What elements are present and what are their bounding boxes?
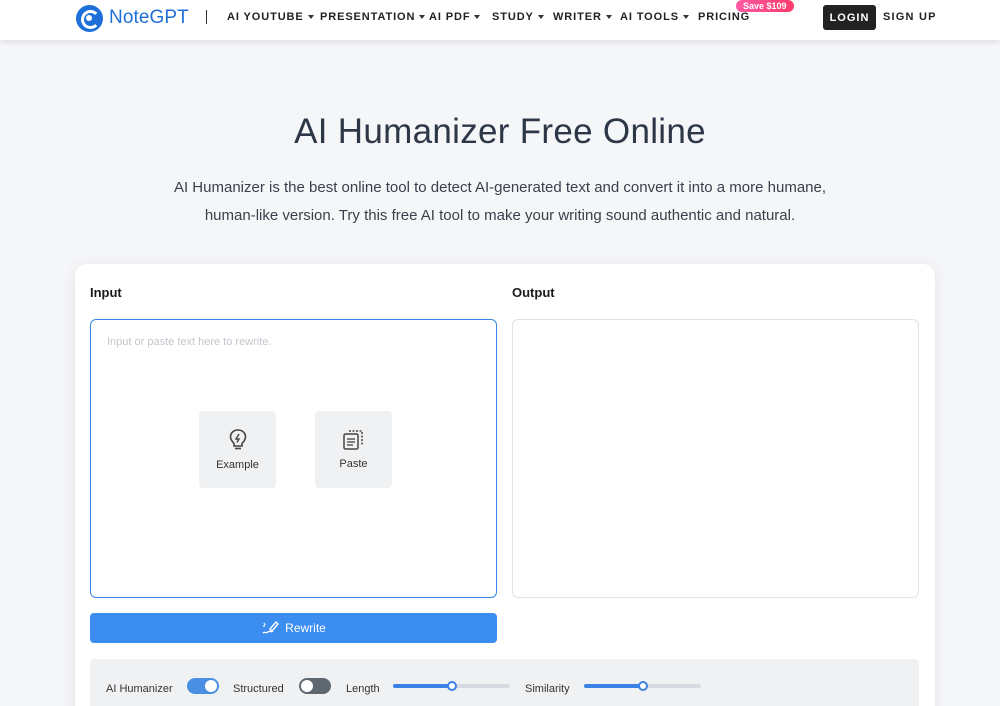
nav-item-label: AI YOUTUBE — [227, 11, 304, 23]
chevron-down-icon — [605, 15, 612, 19]
length-label: Length — [346, 683, 380, 695]
chevron-down-icon — [682, 15, 689, 19]
length-slider[interactable] — [393, 681, 510, 691]
ai-humanizer-label: AI Humanizer — [106, 683, 173, 695]
page-title: AI Humanizer Free Online — [294, 112, 706, 151]
signup-link[interactable]: SIGN UP — [883, 11, 937, 23]
toggle-knob — [301, 680, 313, 692]
output-label: Output — [512, 285, 555, 300]
nav-item-ai-pdf[interactable]: AI PDF — [429, 11, 481, 23]
paste-button[interactable]: Paste — [315, 411, 392, 488]
nav-item-presentation[interactable]: PRESENTATION — [320, 11, 426, 23]
similarity-slider[interactable] — [584, 681, 701, 691]
chevron-down-icon — [307, 15, 314, 19]
nav-item-study[interactable]: STUDY — [492, 11, 544, 23]
input-textarea[interactable] — [91, 320, 496, 597]
nav-item-label: PRESENTATION — [320, 11, 416, 23]
page-description: AI Humanizer is the best online tool to … — [173, 179, 827, 224]
toggle-knob — [205, 680, 217, 692]
humanizer-tool-card: Input Output Example Paste — [75, 264, 935, 706]
length-slider-thumb[interactable] — [446, 681, 457, 691]
input-panel: Example Paste — [90, 319, 497, 598]
brand-logo[interactable]: NoteGPT — [76, 4, 189, 32]
similarity-slider-thumb[interactable] — [637, 681, 648, 691]
example-label: Example — [216, 459, 259, 471]
nav-item-label: STUDY — [492, 11, 534, 23]
nav-item-label: WRITER — [553, 11, 602, 23]
similarity-label: Similarity — [525, 683, 570, 695]
top-nav-bar: NoteGPT AI YOUTUBE PRESENTATION AI PDF S… — [0, 0, 1000, 40]
nav-item-label: PRICING — [698, 11, 751, 23]
nav-item-ai-tools[interactable]: AI TOOLS — [620, 11, 689, 23]
chevron-down-icon — [474, 15, 481, 19]
paste-label: Paste — [339, 458, 368, 470]
nav-item-label: AI TOOLS — [620, 11, 679, 23]
login-button[interactable]: LOGIN — [823, 5, 876, 30]
length-slider-fill — [393, 684, 452, 688]
similarity-slider-fill — [584, 684, 643, 688]
save-badge: Save $109 — [736, 0, 794, 12]
rewrite-icon — [262, 620, 280, 634]
rewrite-label: Rewrite — [285, 621, 326, 635]
nav-item-pricing[interactable]: PRICING — [698, 11, 750, 23]
settings-bar: AI Humanizer Structured Length Similarit… — [90, 659, 919, 706]
ai-humanizer-toggle[interactable] — [187, 678, 219, 694]
nav-item-ai-youtube[interactable]: AI YOUTUBE — [227, 11, 314, 23]
nav-item-label: AI PDF — [429, 11, 471, 23]
example-button[interactable]: Example — [199, 411, 276, 488]
chevron-down-icon — [537, 15, 544, 19]
nav-item-writer[interactable]: WRITER — [553, 11, 612, 23]
nav-divider — [206, 10, 207, 24]
chevron-down-icon — [419, 15, 426, 19]
rewrite-button[interactable]: Rewrite — [90, 613, 497, 643]
output-panel[interactable] — [512, 319, 919, 598]
brand-name: NoteGPT — [109, 7, 189, 28]
structured-toggle[interactable] — [299, 678, 331, 694]
input-label: Input — [90, 285, 122, 300]
lightbulb-icon — [229, 429, 246, 450]
notegpt-logo-icon — [76, 4, 103, 32]
structured-label: Structured — [233, 683, 284, 695]
clipboard-icon — [342, 430, 363, 450]
